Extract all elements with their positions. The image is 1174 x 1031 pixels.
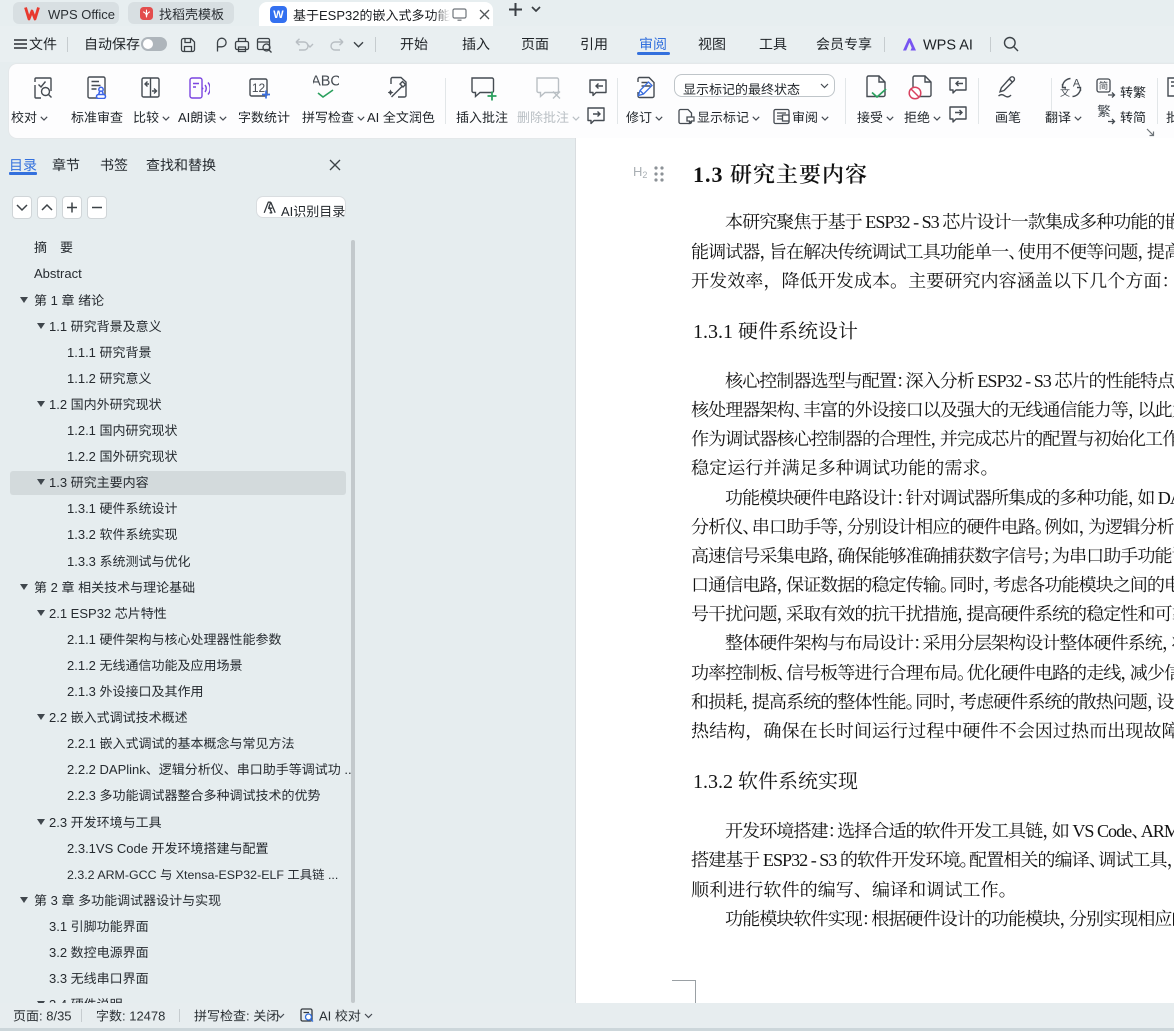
svg-text:繁: 繁 [1097,103,1111,120]
svg-text:文: 文 [1060,84,1070,99]
svg-text:ABC: ABC [313,74,339,89]
svg-text:简: 简 [1099,78,1109,92]
svg-text:12: 12 [252,81,266,95]
